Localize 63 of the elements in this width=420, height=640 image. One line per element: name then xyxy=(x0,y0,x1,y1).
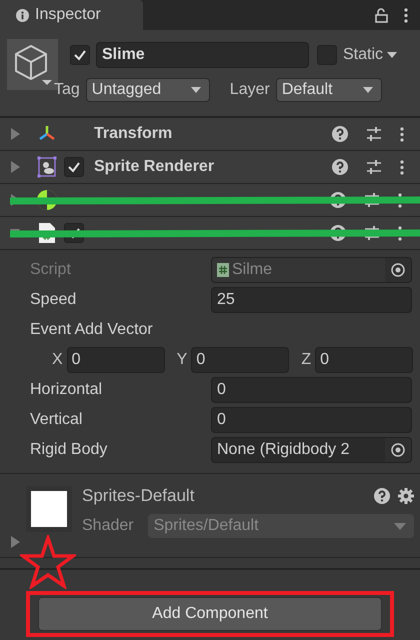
more-icon[interactable] xyxy=(398,226,402,240)
help-icon[interactable] xyxy=(374,488,390,504)
target-icon[interactable] xyxy=(391,443,405,457)
shader-label: Shader xyxy=(82,517,134,535)
foldout-arrow-icon[interactable] xyxy=(10,128,20,140)
axis-label: Y xyxy=(176,351,188,369)
help-icon[interactable] xyxy=(332,159,348,175)
rigidbody-icon xyxy=(36,189,58,211)
layer-dropdown[interactable]: Default xyxy=(276,78,382,102)
static-checkbox[interactable] xyxy=(317,45,337,65)
component-header[interactable] xyxy=(0,217,420,250)
foldout-arrow-icon[interactable] xyxy=(10,161,20,173)
material-preview xyxy=(26,486,72,532)
tag-label: Tag xyxy=(54,81,80,99)
sprite-icon xyxy=(37,156,57,178)
layer-label: Layer xyxy=(230,81,270,99)
lock-icon[interactable] xyxy=(375,8,388,22)
more-icon[interactable] xyxy=(400,160,404,174)
field-label: Horizontal xyxy=(30,381,104,399)
component-title: Transform xyxy=(94,125,172,142)
foldout-arrow-icon[interactable] xyxy=(10,536,20,548)
info-icon xyxy=(16,8,29,22)
help-icon[interactable] xyxy=(332,126,348,142)
caret-icon xyxy=(387,52,398,58)
component-title: Sprite Renderer xyxy=(94,158,214,175)
axis-label: Z xyxy=(301,351,312,369)
more-icon[interactable] xyxy=(404,8,408,22)
material-name: Sprites-Default xyxy=(82,486,196,506)
name-field[interactable]: Slime xyxy=(96,42,309,68)
inspector-tab[interactable]: Inspector xyxy=(0,0,143,30)
caret-icon xyxy=(190,87,201,93)
component-header[interactable]: Sprite Renderer xyxy=(0,151,420,184)
tag-dropdown[interactable]: Untagged xyxy=(86,78,210,102)
sliders-icon[interactable] xyxy=(364,225,380,241)
number-field[interactable]: 0 xyxy=(211,407,412,433)
settings-icon[interactable] xyxy=(398,488,414,504)
component-header[interactable] xyxy=(0,184,420,217)
field-label: Script xyxy=(30,261,72,279)
static-dropdown[interactable]: Static xyxy=(343,46,398,64)
vector-field[interactable]: 0 xyxy=(191,347,290,373)
vector-field[interactable]: 0 xyxy=(66,347,165,373)
object-field[interactable]: None (Rigidbody 2 xyxy=(211,437,412,463)
more-icon[interactable] xyxy=(400,126,404,142)
enabled-checkbox[interactable] xyxy=(64,157,84,177)
caret-icon xyxy=(362,87,373,93)
add-component-button[interactable]: Add Component xyxy=(38,597,382,631)
sliders-icon[interactable] xyxy=(366,126,382,142)
number-field[interactable]: 0 xyxy=(211,377,412,403)
axis-label: X xyxy=(52,351,63,369)
caret-icon xyxy=(394,522,406,530)
component-header[interactable]: Transform xyxy=(0,118,420,151)
target-icon[interactable] xyxy=(391,263,405,277)
field-label: Event Add Vector xyxy=(30,321,154,339)
field-label: Speed xyxy=(30,291,78,309)
active-checkbox[interactable] xyxy=(70,45,90,65)
script-icon xyxy=(217,263,229,277)
vector-field[interactable]: 0 xyxy=(315,347,414,373)
sliders-icon[interactable] xyxy=(366,159,382,175)
number-field[interactable]: 25 xyxy=(211,287,412,313)
sliders-icon[interactable] xyxy=(364,192,380,208)
field-label: Rigid Body xyxy=(30,441,108,459)
field-label: Vertical xyxy=(30,411,84,429)
more-icon[interactable] xyxy=(398,192,402,208)
